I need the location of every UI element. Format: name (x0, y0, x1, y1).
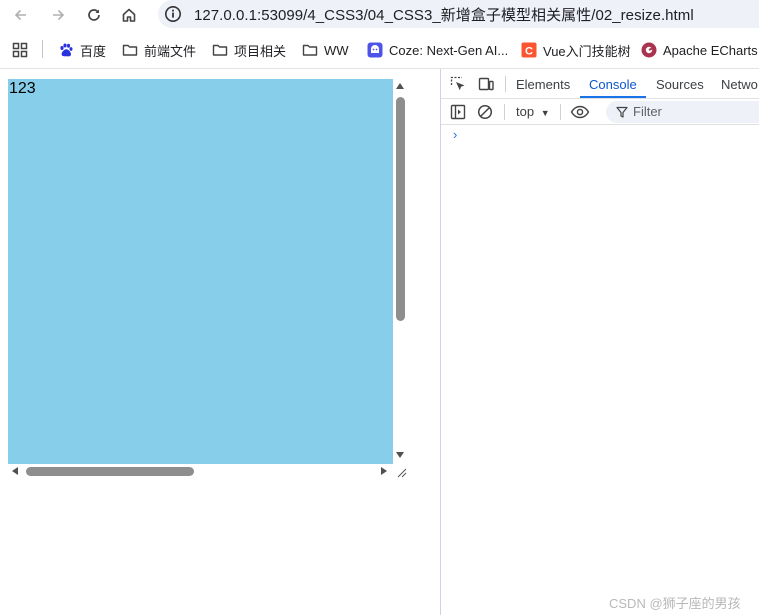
bookmark-coze[interactable]: Coze: Next-Gen AI... (367, 40, 508, 60)
inspect-element-button[interactable] (449, 75, 467, 93)
baidu-paw-icon (58, 42, 74, 58)
bookmark-ww[interactable]: WW (302, 40, 349, 60)
devtools-panel: Elements Console Sources Netwo top ▼ Fil… (440, 69, 759, 615)
block-icon (477, 104, 493, 120)
tab-sources[interactable]: Sources (656, 77, 704, 92)
folder-icon (122, 42, 138, 58)
box-content-area: 123 (8, 79, 393, 464)
bookmark-echarts[interactable]: Apache ECharts (641, 40, 758, 60)
filter-placeholder: Filter (633, 104, 662, 119)
live-expression-button[interactable] (570, 103, 590, 121)
bookmark-frontend-files[interactable]: 前端文件 (122, 40, 196, 60)
home-icon (122, 8, 136, 22)
back-button[interactable] (9, 3, 33, 27)
toolbar-separator (504, 104, 505, 120)
dropdown-caret-icon: ▼ (540, 108, 550, 118)
box-text: 123 (9, 80, 36, 97)
url-text[interactable]: 127.0.0.1:53099/4_CSS3/04_CSS3_新增盒子模型相关属… (194, 4, 694, 25)
horizontal-scrollbar[interactable] (8, 464, 393, 479)
csdn-icon: C (521, 42, 537, 58)
home-button[interactable] (117, 3, 141, 27)
browser-toolbar: 127.0.0.1:53099/4_CSS3/04_CSS3_新增盒子模型相关属… (0, 0, 759, 30)
bookmark-label: 前端文件 (144, 43, 197, 59)
tab-separator (505, 76, 506, 92)
resize-handle[interactable] (393, 464, 408, 479)
devtools-tab-bar: Elements Console Sources Netwo (441, 69, 759, 99)
bookmarks-bar: 百度 前端文件 项目相关 WW Coze: Next-Gen AI... C V… (0, 36, 759, 64)
vertical-scrollbar[interactable] (393, 79, 408, 464)
vertical-scroll-thumb[interactable] (396, 97, 405, 321)
console-toolbar: top ▼ Filter (441, 99, 759, 125)
svg-text:C: C (525, 45, 533, 57)
folder-icon (212, 42, 228, 58)
bookmark-label: WW (324, 42, 349, 58)
page-viewport: 123 (0, 69, 440, 615)
scroll-down-arrow-icon[interactable] (396, 452, 404, 458)
bookmark-label: Apache ECharts (663, 42, 758, 58)
tab-elements[interactable]: Elements (516, 77, 570, 92)
horizontal-scroll-thumb[interactable] (26, 467, 194, 476)
sidebar-icon (450, 104, 466, 120)
device-toolbar-button[interactable] (477, 75, 495, 93)
apps-grid-icon (12, 42, 28, 58)
echarts-icon (641, 42, 657, 58)
scroll-up-arrow-icon[interactable] (396, 83, 404, 89)
info-icon[interactable] (164, 5, 182, 23)
inspect-icon (450, 76, 465, 91)
apps-button[interactable] (12, 40, 34, 60)
folder-icon (302, 42, 318, 58)
reload-icon (88, 9, 100, 21)
sidebar-toggle-button[interactable] (449, 103, 467, 121)
bookmark-label: 百度 (80, 43, 107, 59)
bookmark-label: 项目相关 (234, 43, 287, 59)
watermark: CSDN @狮子座的男孩 (609, 596, 741, 611)
console-filter-input[interactable]: Filter (606, 101, 759, 123)
eye-icon (570, 105, 590, 119)
bookmark-label: Coze: Next-Gen AI... (389, 42, 509, 58)
context-value: top (516, 104, 535, 119)
coze-icon (367, 42, 383, 58)
toolbar-separator (560, 104, 561, 120)
address-bar[interactable]: 127.0.0.1:53099/4_CSS3/04_CSS3_新增盒子模型相关属… (158, 0, 759, 28)
arrow-right-icon (53, 9, 65, 21)
active-tab-indicator (580, 96, 646, 98)
clear-console-button[interactable] (476, 103, 494, 121)
bookmark-project[interactable]: 项目相关 (212, 40, 286, 60)
bookmark-separator (42, 40, 43, 58)
resize-grip-icon (397, 468, 407, 478)
resizable-box[interactable]: 123 (8, 79, 408, 479)
context-selector[interactable]: top ▼ (516, 104, 550, 119)
device-toggle-icon (478, 77, 494, 91)
filter-funnel-icon (616, 106, 628, 118)
console-prompt-icon[interactable]: › (453, 127, 457, 142)
scroll-left-arrow-icon[interactable] (12, 467, 18, 475)
bookmark-baidu[interactable]: 百度 (58, 40, 106, 60)
scroll-right-arrow-icon[interactable] (381, 467, 387, 475)
bookmark-vue[interactable]: C Vue入门技能树 (521, 40, 631, 60)
forward-button[interactable] (46, 3, 70, 27)
tab-network[interactable]: Netwo (721, 77, 758, 92)
arrow-left-icon (14, 9, 26, 21)
tab-console[interactable]: Console (589, 77, 637, 92)
reload-button[interactable] (82, 3, 106, 27)
bookmark-label: Vue入门技能树 (543, 43, 631, 59)
